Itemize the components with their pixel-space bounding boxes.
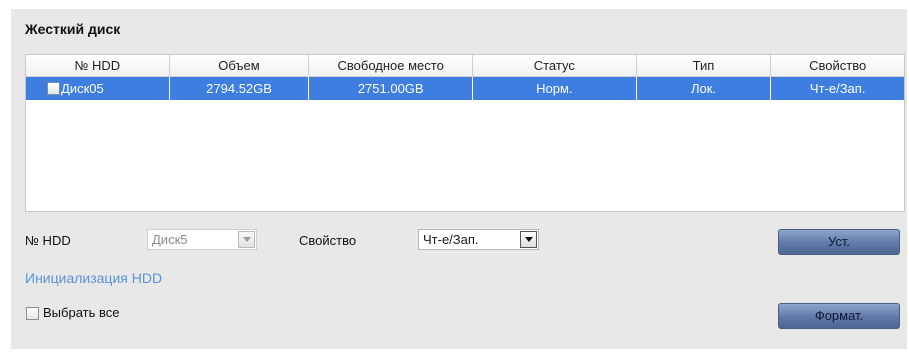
column-header-status[interactable]: Статус (473, 55, 637, 77)
hdd-select[interactable]: Диск5 (147, 229, 257, 250)
cell-capacity: 2794.52GB (170, 77, 310, 100)
section-title: Жесткий диск (25, 21, 121, 37)
cell-hdd-no: Диск05 (26, 77, 170, 100)
init-hdd-link[interactable]: Инициализация HDD (25, 270, 162, 286)
column-header-capacity[interactable]: Объем (170, 55, 310, 77)
cell-free-space: 2751.00GB (309, 77, 474, 100)
hdd-no-label: № HDD (25, 233, 71, 248)
table-header: № HDD Объем Свободное место Статус Тип С… (26, 55, 904, 77)
cell-type: Лок. (637, 77, 772, 100)
column-header-hdd-no[interactable]: № HDD (26, 55, 170, 77)
property-select-value: Чт-е/Зап. (423, 232, 479, 247)
cell-status: Норм. (473, 77, 637, 100)
property-label: Свойство (299, 233, 357, 248)
column-header-type[interactable]: Тип (637, 55, 772, 77)
select-all-checkbox[interactable] (26, 307, 39, 320)
chevron-down-icon (520, 231, 537, 248)
property-select[interactable]: Чт-е/Зап. (418, 229, 539, 250)
format-button[interactable]: Формат. (778, 303, 900, 329)
select-all-label[interactable]: Выбрать все (43, 305, 119, 320)
cell-hdd-name: Диск05 (61, 81, 104, 96)
hdd-table: № HDD Объем Свободное место Статус Тип С… (25, 54, 905, 212)
table-row[interactable]: Диск05 2794.52GB 2751.00GB Норм. Лок. Чт… (26, 77, 904, 100)
column-header-free-space[interactable]: Свободное место (309, 55, 473, 77)
hdd-panel: Жесткий диск № HDD Объем Свободное место… (11, 9, 907, 349)
chevron-down-icon (238, 231, 255, 248)
set-button[interactable]: Уст. (778, 229, 900, 255)
cell-property: Чт-е/Зап. (809, 81, 866, 96)
hdd-select-value: Диск5 (152, 232, 188, 247)
row-checkbox[interactable] (47, 82, 60, 95)
column-header-property[interactable]: Свойство (771, 55, 904, 77)
